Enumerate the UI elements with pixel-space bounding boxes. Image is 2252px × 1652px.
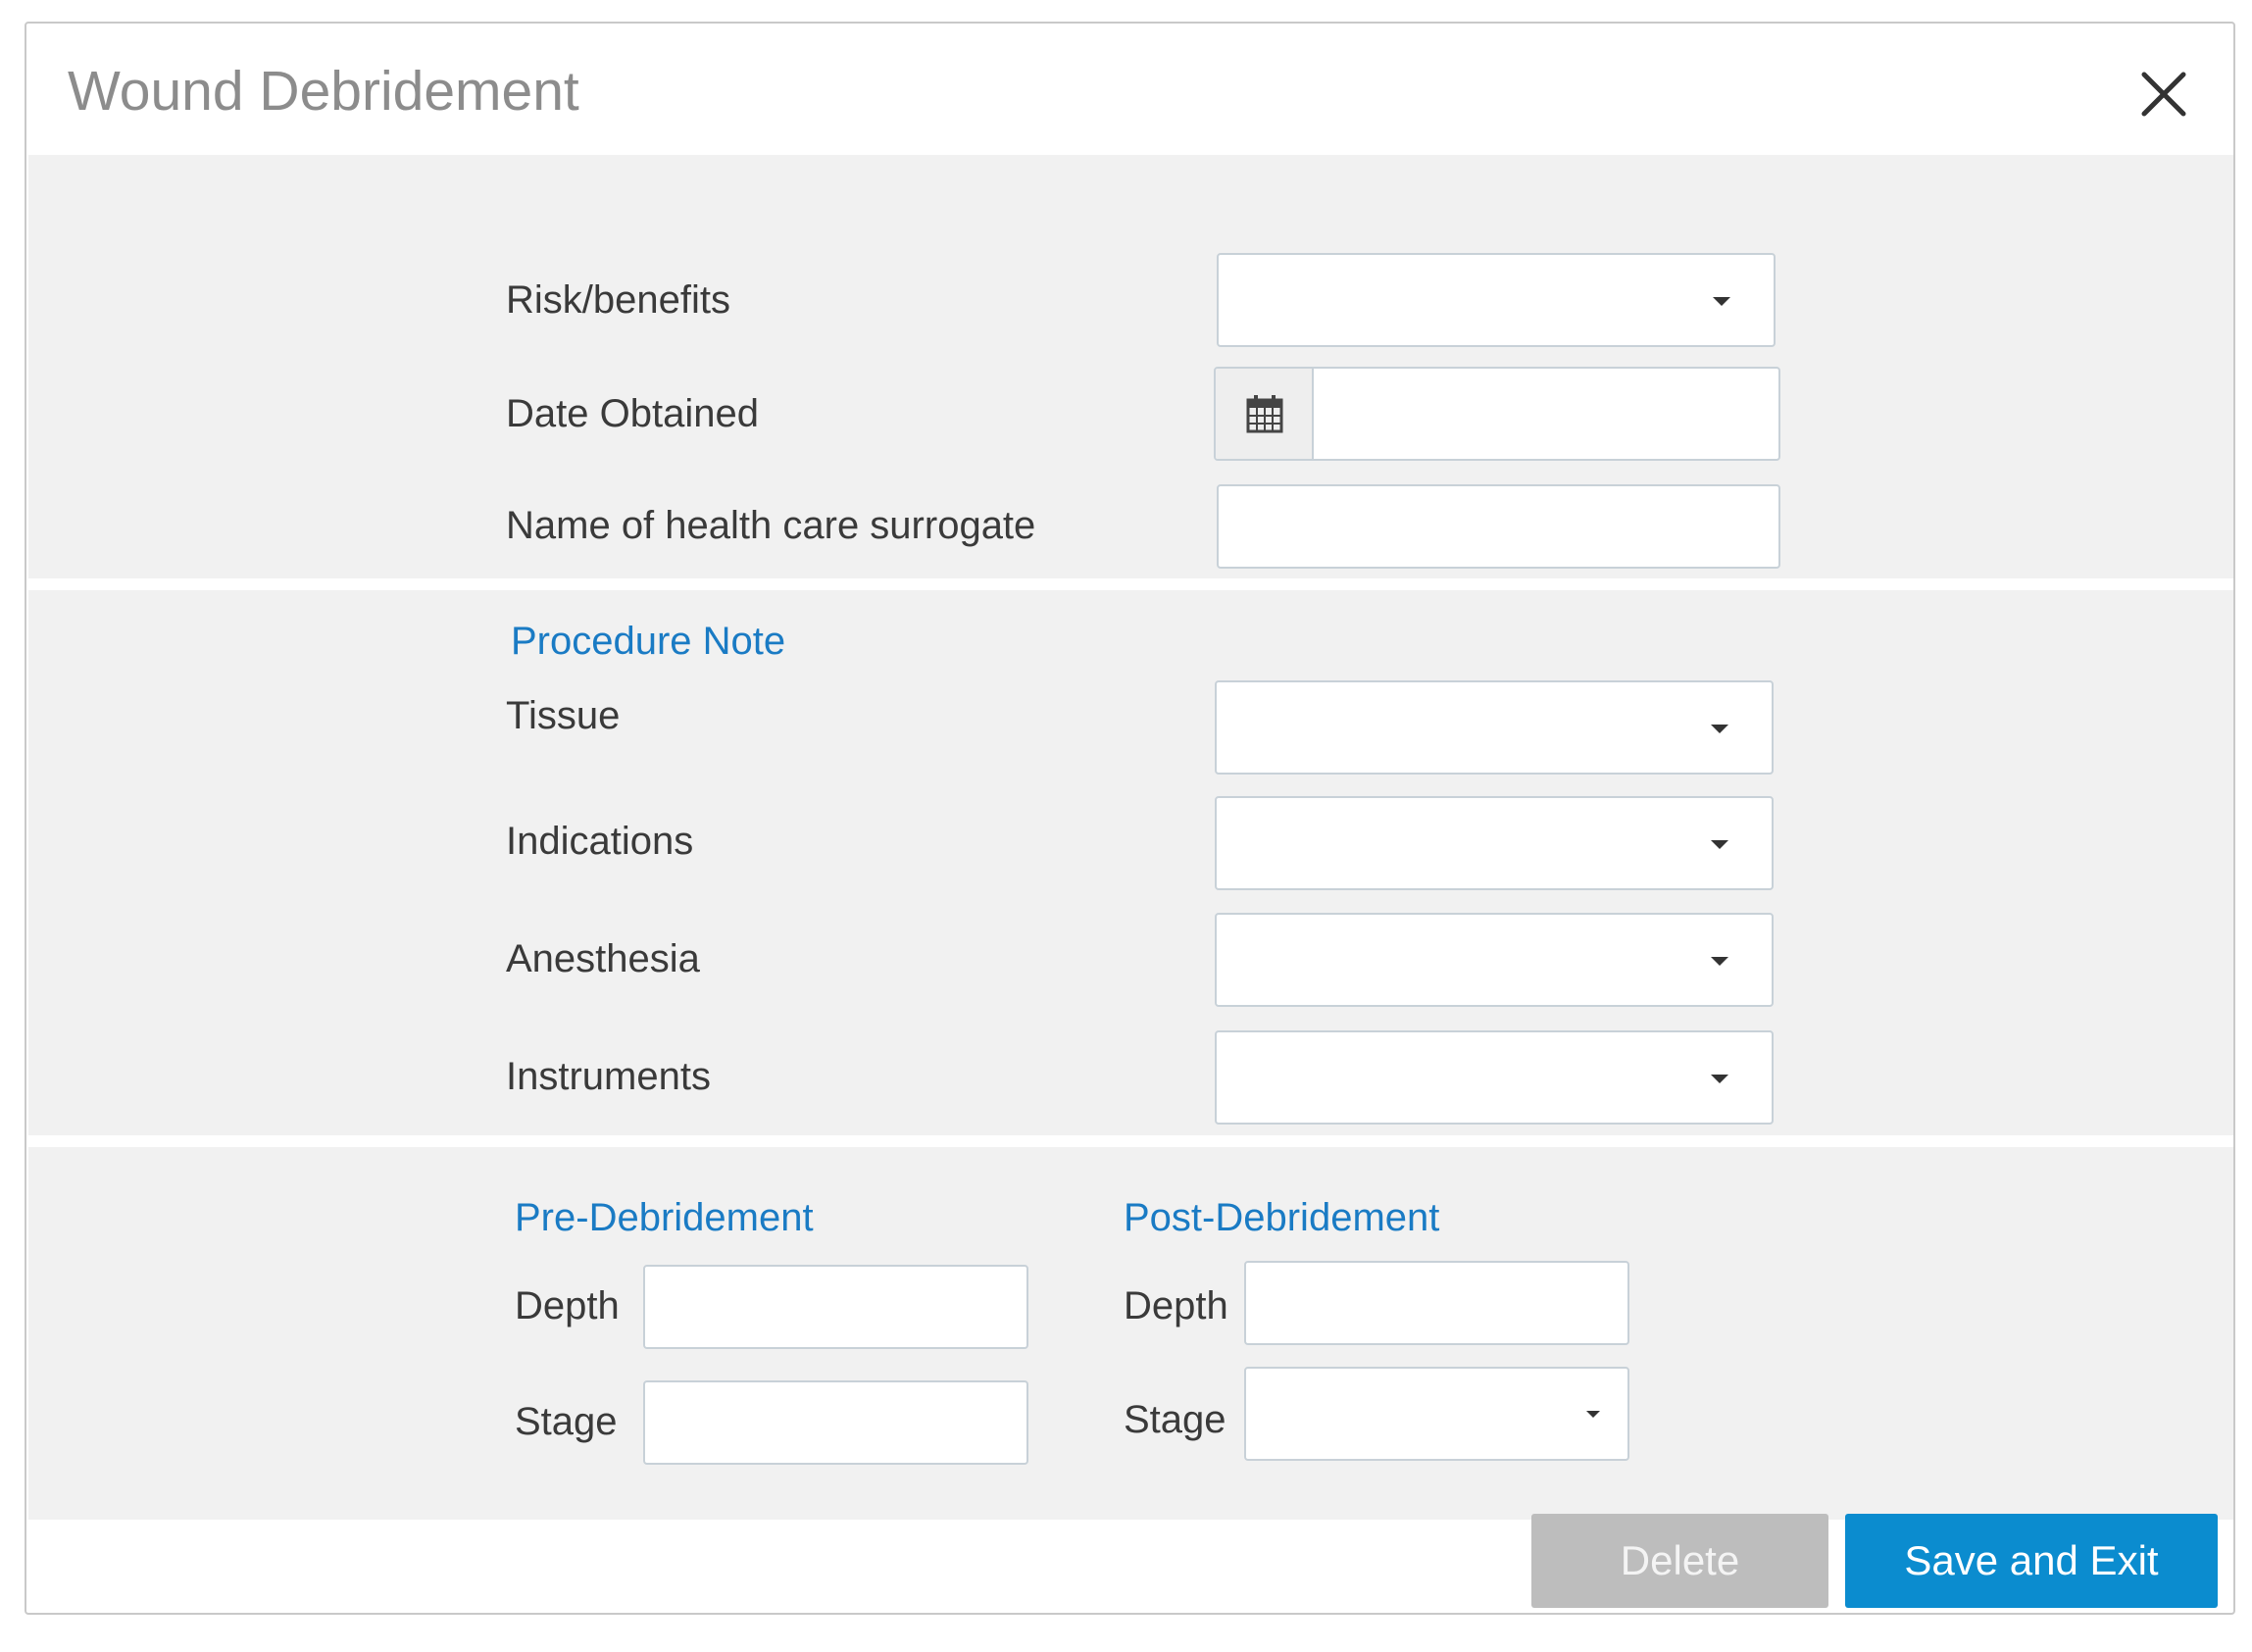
post-stage-select[interactable] xyxy=(1244,1367,1629,1461)
post-stage-label: Stage xyxy=(1124,1398,1226,1441)
dialog-title: Wound Debridement xyxy=(68,60,579,123)
pre-stage-input[interactable] xyxy=(643,1380,1028,1465)
date-obtained-label: Date Obtained xyxy=(506,392,759,435)
risk-benefits-label: Risk/benefits xyxy=(506,278,730,322)
instruments-label: Instruments xyxy=(506,1055,711,1098)
delete-button[interactable]: Delete xyxy=(1531,1514,1828,1608)
post-depth-input[interactable] xyxy=(1244,1261,1629,1345)
chevron-down-icon xyxy=(1711,840,1728,849)
instruments-select[interactable] xyxy=(1215,1030,1774,1125)
wound-debridement-dialog: Wound Debridement Risk/benefits Date Obt… xyxy=(25,22,2235,1615)
indications-select[interactable] xyxy=(1215,796,1774,890)
tissue-label: Tissue xyxy=(506,694,621,737)
pre-debridement-heading: Pre-Debridement xyxy=(515,1196,814,1239)
pre-depth-label: Depth xyxy=(515,1284,620,1327)
surrogate-name-input[interactable] xyxy=(1217,484,1780,569)
anesthesia-select[interactable] xyxy=(1215,913,1774,1007)
pre-depth-input[interactable] xyxy=(643,1265,1028,1349)
close-icon xyxy=(2141,72,2186,117)
chevron-down-icon xyxy=(1711,1075,1728,1083)
tissue-select[interactable] xyxy=(1215,680,1774,775)
date-obtained-group xyxy=(1214,367,1780,461)
close-button[interactable] xyxy=(2134,65,2193,124)
calendar-icon xyxy=(1246,395,1283,433)
post-depth-label: Depth xyxy=(1124,1284,1228,1327)
surrogate-name-label: Name of health care surrogate xyxy=(506,504,1036,547)
save-and-exit-button[interactable]: Save and Exit xyxy=(1845,1514,2218,1608)
indications-label: Indications xyxy=(506,820,694,863)
anesthesia-label: Anesthesia xyxy=(506,937,700,980)
date-obtained-input[interactable] xyxy=(1314,369,1778,459)
consent-section: Risk/benefits Date Obtained Name of heal… xyxy=(28,155,2233,578)
pre-stage-label: Stage xyxy=(515,1400,618,1443)
date-picker-button[interactable] xyxy=(1216,369,1314,459)
chevron-down-icon xyxy=(1713,297,1730,306)
debridement-measurements-section: Pre-Debridement Depth Stage Post-Debride… xyxy=(28,1147,2233,1520)
post-debridement-heading: Post-Debridement xyxy=(1124,1196,1440,1239)
procedure-note-heading: Procedure Note xyxy=(511,620,786,663)
risk-benefits-select[interactable] xyxy=(1217,253,1776,347)
chevron-down-icon xyxy=(1711,725,1728,733)
chevron-down-icon xyxy=(1586,1411,1600,1418)
procedure-note-section: Procedure Note Tissue Indications Anesth… xyxy=(28,590,2233,1135)
chevron-down-icon xyxy=(1711,957,1728,966)
